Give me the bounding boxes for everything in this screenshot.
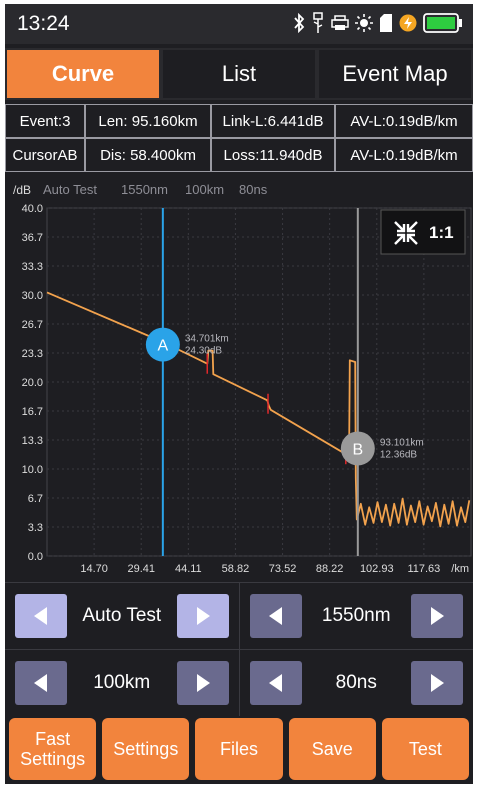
arrow-left-icon	[34, 674, 47, 692]
y-tick-label: 20.0	[22, 377, 43, 389]
bluetooth-icon	[294, 13, 305, 33]
y-unit-label: /dB	[13, 183, 31, 197]
test-parameter-controls: Auto Test 1550nm 100km 80ns	[5, 582, 473, 716]
arrow-right-icon	[430, 607, 444, 625]
y-tick-label: 10.0	[22, 464, 43, 476]
fast-settings-label-line1: Fast	[35, 729, 71, 749]
trace-line	[46, 291, 471, 528]
x-tick-label: 73.52	[269, 563, 297, 575]
trace-chart[interactable]: /dB Auto Test 1550nm 100km 80ns 40.0 36.7…	[5, 178, 473, 578]
range-selector: 100km	[5, 650, 239, 716]
cursor-b-level-readout: 12.36dB	[380, 449, 418, 460]
x-tick-label: 117.63	[407, 563, 440, 575]
y-tick-label: 16.7	[22, 406, 43, 418]
arrow-right-icon	[430, 674, 444, 692]
average-loss: AV-L:0.19dB/km	[335, 104, 473, 138]
y-tick-label: 23.3	[22, 348, 43, 360]
y-tick-label: 40.0	[22, 203, 43, 215]
pulse-prev-button[interactable]	[249, 661, 302, 705]
settings-button[interactable]: Settings	[102, 718, 190, 780]
tab-event-map[interactable]: Event Map	[317, 48, 473, 100]
tab-curve[interactable]: Curve	[5, 48, 161, 100]
wavelength-selector: 1550nm	[238, 583, 474, 649]
pulse-next-button[interactable]	[410, 661, 463, 705]
cursor-average-loss: AV-L:0.19dB/km	[335, 138, 473, 172]
range-value: 100km	[93, 672, 151, 693]
x-unit-label: /km	[451, 563, 469, 575]
range-next-button[interactable]	[176, 661, 229, 705]
y-tick-label: 36.7	[22, 232, 43, 244]
fast-settings-button[interactable]: Fast Settings	[9, 718, 97, 780]
pulse-selector: 80ns	[238, 650, 474, 716]
status-clock: 13:24	[17, 12, 70, 35]
trace-range-label: 100km	[185, 182, 224, 197]
trace-pulse-label: 80ns	[239, 182, 268, 197]
arrow-left-icon	[268, 674, 282, 692]
mode-value: Auto Test	[82, 605, 162, 626]
trace-wavelength-label: 1550nm	[121, 182, 168, 197]
wavelength-value: 1550nm	[321, 605, 391, 626]
usb-icon	[313, 12, 323, 33]
arrow-left-icon	[34, 607, 47, 625]
mode-next-button[interactable]	[176, 594, 229, 638]
printer-icon	[331, 15, 349, 30]
y-tick-label: 6.7	[28, 493, 43, 505]
cursor-a-label: A	[158, 338, 169, 355]
view-tabs: Curve List Event Map	[5, 48, 473, 100]
otdr-trace-plot[interactable]: /dB Auto Test 1550nm 100km 80ns 40.0 36.7…	[5, 178, 473, 578]
files-button[interactable]: Files	[195, 718, 283, 780]
cursor-b-label: B	[352, 441, 363, 458]
measurement-summary: Event:3 Len: 95.160km Link-L:6.441dB AV-…	[5, 104, 473, 172]
arrow-left-icon	[268, 607, 282, 625]
otdr-screen: 13:24 Curve List Event Map Event:3 Len: …	[5, 4, 473, 784]
cursor-a-level-readout: 24.30dB	[185, 346, 223, 357]
event-count: Event:3	[5, 104, 85, 138]
light-source-icon	[355, 14, 373, 32]
x-tick-label: 44.11	[175, 563, 202, 575]
y-tick-label: 26.7	[22, 319, 43, 331]
y-tick-label: 0.0	[28, 551, 43, 563]
action-bar: Fast Settings Settings Files Save Test	[5, 716, 473, 784]
status-icons	[293, 12, 463, 34]
save-button[interactable]: Save	[288, 718, 376, 780]
arrow-right-icon	[196, 607, 210, 625]
range-prev-button[interactable]	[15, 661, 67, 705]
fiber-length: Len: 95.160km	[85, 104, 211, 138]
y-tick-label: 30.0	[22, 290, 43, 302]
cursor-distance: Dis: 58.400km	[85, 138, 211, 172]
y-tick-label: 33.3	[22, 261, 43, 273]
wavelength-next-button[interactable]	[410, 594, 463, 638]
y-tick-label: 13.3	[22, 435, 43, 447]
cursor-b-distance-readout: 93.101km	[380, 437, 424, 448]
wavelength-prev-button[interactable]	[249, 594, 302, 638]
fast-settings-label-line2: Settings	[20, 749, 86, 769]
x-tick-label: 58.82	[222, 563, 250, 575]
arrow-right-icon	[196, 674, 210, 692]
x-tick-label: 29.41	[127, 563, 155, 575]
x-tick-label: 14.70	[80, 563, 108, 575]
cursor-loss: Loss:11.940dB	[211, 138, 335, 172]
x-tick-label: 102.93	[360, 563, 394, 575]
test-button[interactable]: Test	[381, 718, 470, 780]
trace-mode-label: Auto Test	[43, 182, 97, 197]
mode-prev-button[interactable]	[15, 594, 67, 638]
sd-card-icon	[380, 14, 392, 32]
status-bar: 13:24	[5, 4, 473, 44]
y-tick-label: 3.3	[28, 522, 43, 534]
link-loss: Link-L:6.441dB	[211, 104, 335, 138]
x-tick-label: 88.22	[316, 563, 344, 575]
cursor-mode: CursorAB	[5, 138, 85, 172]
pulse-value: 80ns	[335, 672, 377, 693]
battery-icon	[423, 13, 462, 33]
mode-selector: Auto Test	[5, 583, 239, 649]
zoom-reset-button[interactable]: 1:1	[380, 209, 466, 255]
cursor-a-distance-readout: 34.701km	[185, 334, 229, 345]
zoom-ratio-label: 1:1	[429, 223, 454, 242]
tab-list[interactable]: List	[161, 48, 317, 100]
charging-icon	[399, 14, 417, 32]
